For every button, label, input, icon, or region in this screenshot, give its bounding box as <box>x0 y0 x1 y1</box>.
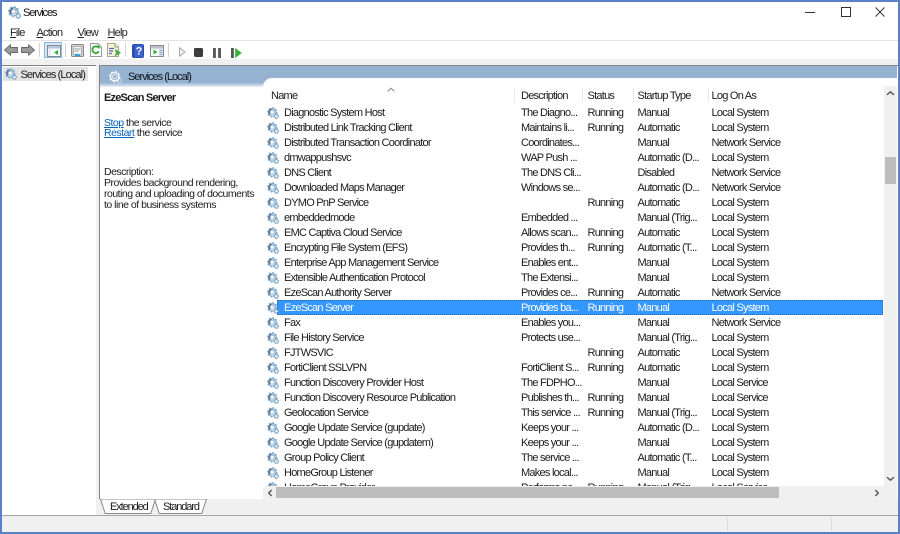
svg-text:?: ? <box>136 46 143 58</box>
